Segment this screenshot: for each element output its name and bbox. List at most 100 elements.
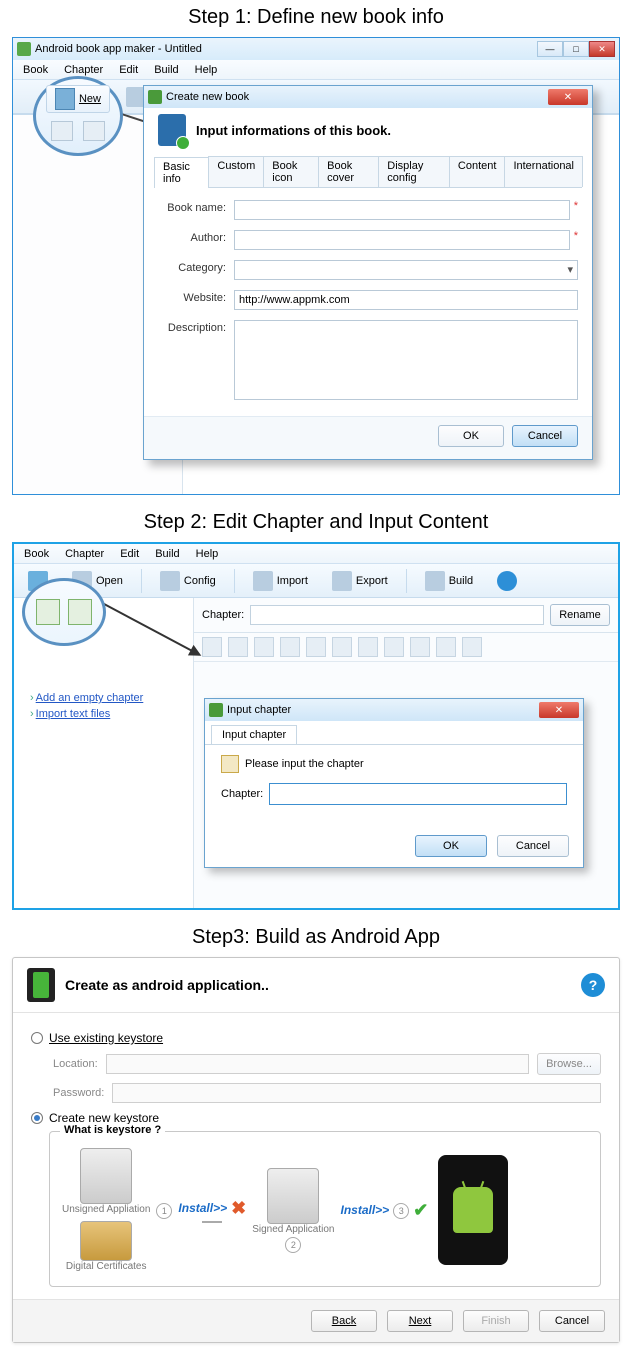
toolbar-config[interactable]: Config xyxy=(154,568,222,594)
android-app-icon xyxy=(27,968,55,1002)
link-add-chapter[interactable]: ›Add an empty chapter xyxy=(30,692,193,704)
dialog-title: Input chapter xyxy=(227,704,291,716)
tool-icon[interactable] xyxy=(436,637,456,657)
tab-input-chapter[interactable]: Input chapter xyxy=(211,725,297,744)
step-number-2: 2 xyxy=(285,1237,301,1253)
main-window-step1: Android book app maker - Untitled — □ ✕ … xyxy=(12,37,620,495)
tab-international[interactable]: International xyxy=(504,156,583,187)
radio-create-new[interactable]: Create new keystore xyxy=(31,1111,601,1125)
app-icon xyxy=(17,42,31,56)
page-icon[interactable] xyxy=(83,121,105,141)
fail-icon: ✖ xyxy=(231,1198,246,1219)
password-input[interactable] xyxy=(112,1083,601,1103)
tool-icon[interactable] xyxy=(410,637,430,657)
minimize-button[interactable]: — xyxy=(537,41,563,57)
import-text-icon[interactable] xyxy=(68,599,92,625)
android-icon xyxy=(453,1187,493,1233)
rename-button[interactable]: Rename xyxy=(550,604,610,626)
chapter-name-input[interactable] xyxy=(250,605,544,625)
add-chapter-icon[interactable] xyxy=(36,599,60,625)
highlight-circle xyxy=(22,578,106,646)
import-icon xyxy=(253,571,273,591)
back-button[interactable]: Back xyxy=(311,1310,377,1332)
chapter-label: Chapter: xyxy=(221,788,263,800)
build-wizard-panel: Create as android application.. ? Use ex… xyxy=(12,957,620,1343)
prompt-text: Please input the chapter xyxy=(245,758,364,770)
build-icon xyxy=(425,571,445,591)
dialog-close-button[interactable]: ✕ xyxy=(539,702,579,718)
dialog-title: Create new book xyxy=(166,91,249,103)
website-label: Website: xyxy=(158,290,234,304)
browse-button[interactable]: Browse... xyxy=(537,1053,601,1075)
tool-icon[interactable] xyxy=(358,637,378,657)
digital-cert-node: Digital Certificates xyxy=(62,1221,150,1272)
close-button[interactable]: ✕ xyxy=(589,41,615,57)
tool-icon[interactable] xyxy=(306,637,326,657)
author-input[interactable] xyxy=(234,230,570,250)
tab-book-icon[interactable]: Book icon xyxy=(263,156,319,187)
tab-custom[interactable]: Custom xyxy=(208,156,264,187)
menu-help[interactable]: Help xyxy=(189,62,224,78)
dialog-tabs: Basic info Custom Book icon Book cover D… xyxy=(154,156,582,188)
toolbar-build[interactable]: Build xyxy=(419,568,479,594)
signed-app-node: Signed Application 2 xyxy=(252,1168,334,1253)
menu-chapter[interactable]: Chapter xyxy=(59,546,110,562)
menu-book[interactable]: Book xyxy=(18,546,55,562)
tool-icon[interactable] xyxy=(332,637,352,657)
menu-help[interactable]: Help xyxy=(190,546,225,562)
toolbar-export[interactable]: Export xyxy=(326,568,394,594)
config-icon xyxy=(160,571,180,591)
category-select[interactable] xyxy=(234,260,578,280)
dialog-titlebar: Create new book ✕ xyxy=(144,86,592,108)
tool-icon[interactable] xyxy=(384,637,404,657)
radio-icon xyxy=(31,1032,43,1044)
location-input[interactable] xyxy=(106,1054,529,1074)
tab-display-config[interactable]: Display config xyxy=(378,156,450,187)
tab-book-cover[interactable]: Book cover xyxy=(318,156,379,187)
tool-icon[interactable] xyxy=(228,637,248,657)
ok-button[interactable]: OK xyxy=(415,835,487,857)
toolbar-help[interactable] xyxy=(491,568,523,594)
chapter-input[interactable] xyxy=(269,783,567,805)
dialog-close-button[interactable]: ✕ xyxy=(548,89,588,105)
finish-button[interactable]: Finish xyxy=(463,1310,529,1332)
wizard-title: Create as android application.. xyxy=(65,977,269,993)
tool-icon[interactable] xyxy=(202,637,222,657)
help-icon[interactable]: ? xyxy=(581,973,605,997)
cancel-button[interactable]: Cancel xyxy=(539,1310,605,1332)
export-icon xyxy=(332,571,352,591)
tab-basic-info[interactable]: Basic info xyxy=(154,157,209,188)
toolbar: Open Config Import Export Build xyxy=(14,564,618,598)
menu-edit[interactable]: Edit xyxy=(113,62,144,78)
link-import-files[interactable]: ›Import text files xyxy=(30,708,193,720)
category-label: Category: xyxy=(158,260,234,274)
cancel-button[interactable]: Cancel xyxy=(497,835,569,857)
toolbar-new[interactable]: New xyxy=(46,85,110,113)
maximize-button[interactable]: □ xyxy=(563,41,589,57)
phone-icon xyxy=(438,1155,508,1265)
success-icon: ✔ xyxy=(413,1200,428,1221)
unsigned-app-node: Unsigned Appliation xyxy=(62,1148,150,1215)
ok-button[interactable]: OK xyxy=(438,425,504,447)
toolbar-import[interactable]: Import xyxy=(247,568,314,594)
cancel-button[interactable]: Cancel xyxy=(512,425,578,447)
signed-doc-icon xyxy=(267,1168,319,1224)
website-input[interactable] xyxy=(234,290,578,310)
install-label: Install>> xyxy=(341,1203,390,1217)
menu-build[interactable]: Build xyxy=(148,62,184,78)
menu-edit[interactable]: Edit xyxy=(114,546,145,562)
bookname-input[interactable] xyxy=(234,200,570,220)
radio-use-existing[interactable]: Use existing keystore xyxy=(31,1031,601,1045)
menu-build[interactable]: Build xyxy=(149,546,185,562)
tool-icon[interactable] xyxy=(462,637,482,657)
chapter-icon[interactable] xyxy=(51,121,73,141)
edit-icon xyxy=(221,755,239,773)
tool-icon[interactable] xyxy=(280,637,300,657)
description-textarea[interactable] xyxy=(234,320,578,400)
window-title: Android book app maker - Untitled xyxy=(35,43,202,55)
tool-icon[interactable] xyxy=(254,637,274,657)
tab-content[interactable]: Content xyxy=(449,156,506,187)
menu-chapter[interactable]: Chapter xyxy=(58,62,109,78)
next-button[interactable]: Next xyxy=(387,1310,453,1332)
menu-book[interactable]: Book xyxy=(17,62,54,78)
